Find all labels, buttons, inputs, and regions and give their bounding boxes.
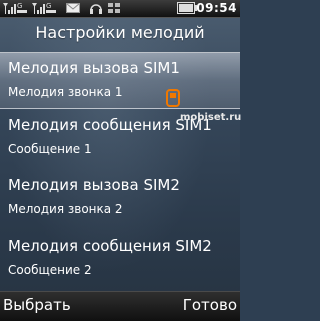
status-bar: G G 09:54	[0, 0, 240, 18]
list-item-message-tone-sim2[interactable]: Мелодия сообщения SIM2 Сообщение 2	[0, 231, 240, 286]
list-item-label: Мелодия вызова SIM1	[8, 59, 180, 77]
list-item-label: Мелодия вызова SIM2	[8, 176, 180, 194]
list-item-value: Сообщение 2	[8, 263, 92, 277]
list-item-ringtone-sim1[interactable]: Мелодия вызова SIM1 Мелодия звонка 1	[0, 52, 240, 109]
sim2-signal-icon	[32, 3, 45, 14]
select-softkey[interactable]: Выбрать	[3, 296, 71, 314]
battery-icon	[177, 2, 197, 14]
clock-time: 09:54	[196, 1, 237, 15]
sim1-signal-icon	[3, 3, 16, 14]
page-title: Настройки мелодий	[35, 23, 205, 42]
headphones-icon	[90, 4, 102, 14]
watermark-phone-icon	[166, 89, 180, 107]
list-item-ringtone-sim2[interactable]: Мелодия вызова SIM2 Мелодия звонка 2	[0, 170, 240, 225]
list-item-value: Мелодия звонка 1	[8, 85, 123, 99]
grid-icon	[108, 3, 120, 13]
message-envelope-icon	[66, 3, 80, 13]
svg-text:G: G	[46, 2, 51, 10]
svg-text:G: G	[17, 2, 22, 10]
watermark: mobiset.ru	[180, 112, 242, 123]
list-item-value: Сообщение 1	[8, 142, 92, 156]
list-item-value: Мелодия звонка 2	[8, 202, 123, 216]
sim1-network-icon: G	[17, 2, 27, 13]
sim2-network-icon: G	[46, 2, 56, 13]
list-item-label: Мелодия сообщения SIM2	[8, 237, 212, 255]
done-softkey[interactable]: Готово	[183, 296, 237, 314]
softkey-bar: Выбрать Готово	[0, 291, 240, 321]
